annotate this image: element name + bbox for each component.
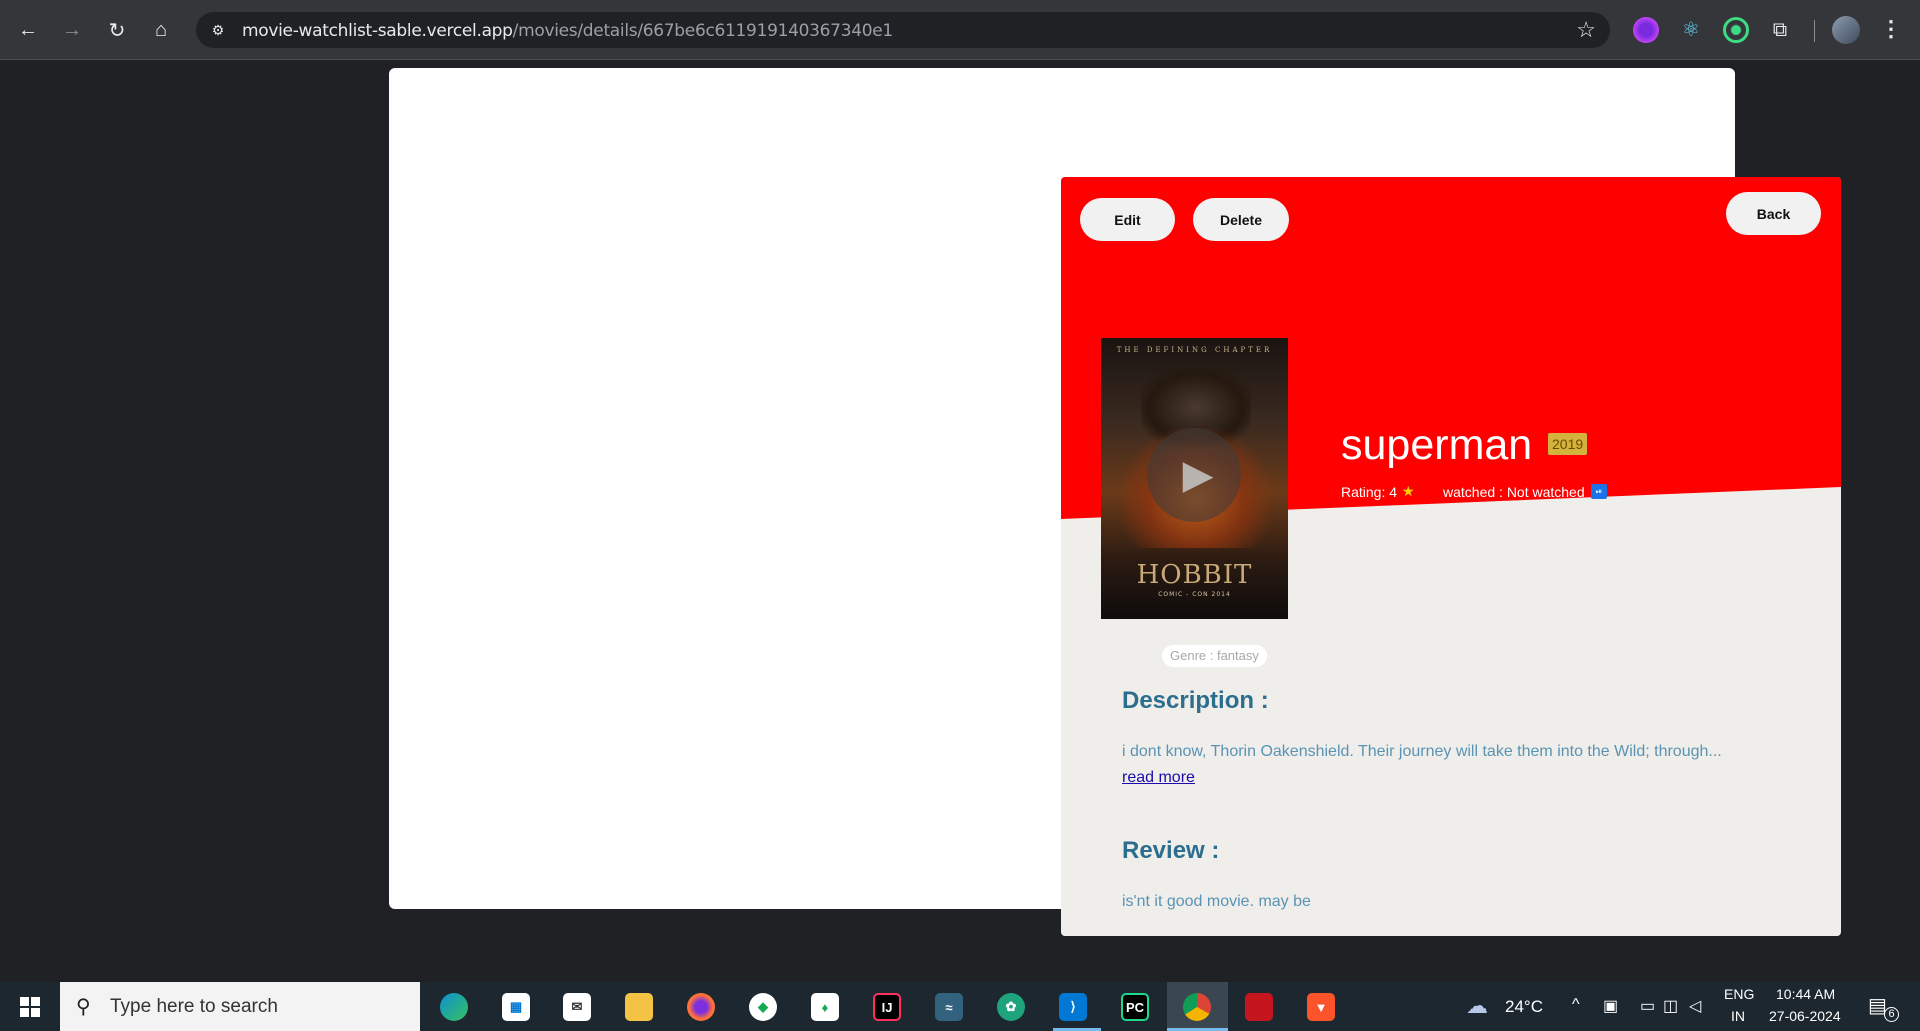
movie-title: superman: [1341, 421, 1533, 469]
movie-detail-card: Edit Delete Back THE DEFINING CHAPTER ▶ …: [1061, 177, 1841, 936]
edge-icon: [440, 993, 468, 1021]
battery-icon[interactable]: ▭: [1640, 996, 1655, 1016]
reload-icon[interactable]: ↻: [101, 14, 133, 46]
pycharm-icon: PC: [1121, 993, 1149, 1021]
red-app-icon: [1245, 993, 1273, 1021]
language-top[interactable]: ENG: [1724, 986, 1754, 1002]
volume-icon[interactable]: ◁: [1689, 996, 1701, 1016]
back-arrow-icon[interactable]: ←: [12, 14, 44, 46]
windows-taskbar: ⚲ Type here to search ▦ ✉ ◆ ♦ IJ ≈ ✿ ⟩ P…: [0, 982, 1920, 1031]
firefox-icon: [687, 993, 715, 1021]
url-path: /movies/details/667be6c611919140367340e1: [512, 21, 894, 41]
app-red[interactable]: [1239, 988, 1279, 1026]
store-app[interactable]: ▦: [496, 988, 536, 1026]
page-container: Edit Delete Back THE DEFINING CHAPTER ▶ …: [389, 68, 1841, 936]
chatgpt-app[interactable]: ✿: [991, 988, 1031, 1026]
bookmark-star-icon[interactable]: ☆: [1576, 17, 1596, 43]
meet-now-icon[interactable]: ▣: [1603, 996, 1618, 1016]
mysql-workbench-app[interactable]: ≈: [929, 988, 969, 1026]
extensions-puzzle-icon[interactable]: ⧉: [1767, 17, 1793, 43]
not-watched-icon: ⏯: [1591, 484, 1607, 499]
pycharm-app[interactable]: PC: [1115, 988, 1155, 1026]
star-icon: ★: [1402, 483, 1415, 499]
weather-cloud-icon[interactable]: ☁: [1466, 993, 1488, 1019]
chrome-app[interactable]: [1177, 988, 1217, 1026]
read-more-link[interactable]: read more: [1122, 769, 1195, 787]
extension-icon-1[interactable]: [1633, 17, 1659, 43]
mysql-workbench-icon: ≈: [935, 993, 963, 1021]
mail-icon: ✉: [563, 993, 591, 1021]
folder-icon: [625, 993, 653, 1021]
review-text: is'nt it good movie. may be: [1122, 893, 1311, 910]
description-text: i dont know, Thorin Oakenshield. Their j…: [1122, 743, 1722, 760]
poster-tagline: THE DEFINING CHAPTER: [1116, 346, 1273, 354]
clock-date[interactable]: 27-06-2024: [1769, 1008, 1841, 1024]
toolbar-divider: [1814, 20, 1815, 42]
play-button[interactable]: ▶: [1147, 428, 1241, 522]
notification-count: 6: [1884, 1007, 1899, 1022]
chevron-up-icon[interactable]: ^: [1572, 996, 1580, 1014]
intellij-icon: IJ: [873, 993, 901, 1021]
description-heading: Description :: [1122, 687, 1269, 714]
mongodb-compass-app[interactable]: ◆: [743, 988, 783, 1026]
mongodb-compass-icon: ◆: [749, 993, 777, 1021]
mail-app[interactable]: ✉: [557, 988, 597, 1026]
chrome-icon: [1183, 993, 1211, 1021]
vscode-icon: ⟩: [1059, 993, 1087, 1021]
taskbar-search[interactable]: ⚲ Type here to search: [60, 982, 420, 1031]
chatgpt-icon: ✿: [997, 993, 1025, 1021]
start-button[interactable]: [0, 982, 60, 1031]
browser-toolbar: ← → ↻ ⌂ ⚙ movie-watchlist-sable.vercel.a…: [0, 0, 1920, 60]
search-icon: ⚲: [76, 996, 91, 1018]
extension-icon-3[interactable]: [1723, 17, 1749, 43]
url-text[interactable]: movie-watchlist-sable.vercel.app/movies/…: [242, 21, 893, 41]
profile-avatar[interactable]: [1832, 16, 1860, 44]
genre-badge: Genre : fantasy: [1162, 645, 1267, 667]
windows-logo-icon: [20, 996, 40, 1017]
rating-text: Rating: 4: [1341, 484, 1398, 500]
back-button[interactable]: Back: [1726, 192, 1821, 235]
firefox-app[interactable]: [681, 988, 721, 1026]
poster-subtitle: COMIC - CON 2014: [1158, 591, 1231, 598]
weather-temp[interactable]: 24°C: [1505, 997, 1543, 1017]
address-bar[interactable]: ⚙ movie-watchlist-sable.vercel.app/movie…: [196, 12, 1610, 48]
watched-status: watched : Not watched: [1443, 484, 1585, 500]
url-host: movie-watchlist-sable.vercel.app: [242, 21, 513, 41]
browser-menu-icon[interactable]: ⋮: [1880, 14, 1902, 44]
mongodb-app[interactable]: ♦: [805, 988, 845, 1026]
brave-lion-icon: ▼: [1307, 993, 1335, 1021]
clock-time[interactable]: 10:44 AM: [1776, 986, 1835, 1002]
intellij-app[interactable]: IJ: [867, 988, 907, 1026]
search-placeholder: Type here to search: [110, 996, 278, 1017]
brave-app[interactable]: ▼: [1301, 988, 1341, 1026]
edit-button[interactable]: Edit: [1080, 198, 1175, 241]
file-explorer-app[interactable]: [619, 988, 659, 1026]
edge-app[interactable]: [434, 988, 474, 1026]
language-bottom[interactable]: IN: [1731, 1008, 1745, 1024]
vscode-app[interactable]: ⟩: [1053, 988, 1093, 1026]
review-heading: Review :: [1122, 837, 1220, 864]
home-icon[interactable]: ⌂: [145, 14, 177, 46]
poster-title: HOBBIT: [1136, 560, 1253, 590]
site-info-icon[interactable]: ⚙: [206, 18, 230, 42]
play-icon: ▶: [1182, 453, 1214, 497]
delete-button[interactable]: Delete: [1193, 198, 1289, 241]
year-badge: 2019: [1548, 433, 1588, 455]
mongodb-leaf-icon: ♦: [811, 993, 839, 1021]
forward-arrow-icon[interactable]: →: [56, 14, 88, 46]
movie-poster[interactable]: THE DEFINING CHAPTER ▶ HOBBIT COMIC - CO…: [1101, 338, 1288, 619]
network-icon[interactable]: ◫: [1663, 996, 1678, 1016]
react-devtools-icon[interactable]: ⚛: [1678, 17, 1704, 43]
store-icon: ▦: [502, 993, 530, 1021]
